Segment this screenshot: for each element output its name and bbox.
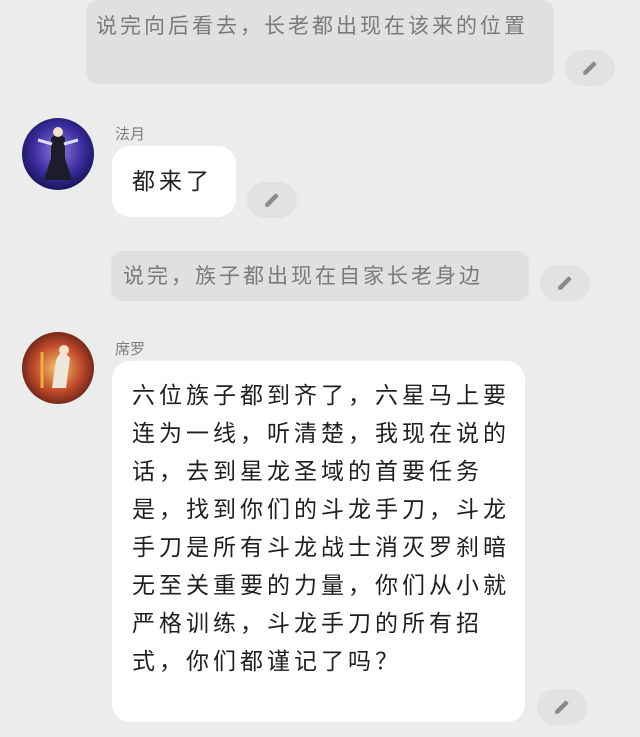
speaker-name: 席罗 bbox=[115, 340, 146, 358]
speaker-name: 法月 bbox=[115, 125, 146, 143]
avatar-xiluo[interactable] bbox=[22, 332, 94, 404]
edit-button[interactable] bbox=[247, 182, 297, 218]
edit-button[interactable] bbox=[565, 50, 615, 86]
narration-text: 说完，族子都出现在自家长老身边 bbox=[123, 264, 483, 288]
narration-message: 说完，族子都出现在自家长老身边 bbox=[111, 251, 529, 301]
pencil-icon bbox=[265, 193, 279, 207]
narration-text: 说完向后看去，长老都出现在该来的位置 bbox=[96, 14, 528, 38]
avatar-fayue[interactable] bbox=[22, 118, 94, 190]
pencil-icon bbox=[583, 61, 597, 75]
chat-bubble: 都来了 bbox=[112, 146, 236, 217]
edit-button[interactable] bbox=[537, 689, 587, 725]
chat-bubble: 六位族子都到齐了，六星马上要连为一线，听清楚，我现在说的话，去到星龙圣域的首要任… bbox=[112, 361, 525, 722]
edit-button[interactable] bbox=[540, 265, 590, 301]
chat-bubble-text: 六位族子都到齐了，六星马上要连为一线，听清楚，我现在说的话，去到星龙圣域的首要任… bbox=[132, 383, 510, 675]
chat-bubble-text: 都来了 bbox=[132, 169, 213, 195]
pencil-icon bbox=[555, 700, 569, 714]
pencil-icon bbox=[558, 276, 572, 290]
narration-message: 说完向后看去，长老都出现在该来的位置 bbox=[86, 0, 554, 84]
